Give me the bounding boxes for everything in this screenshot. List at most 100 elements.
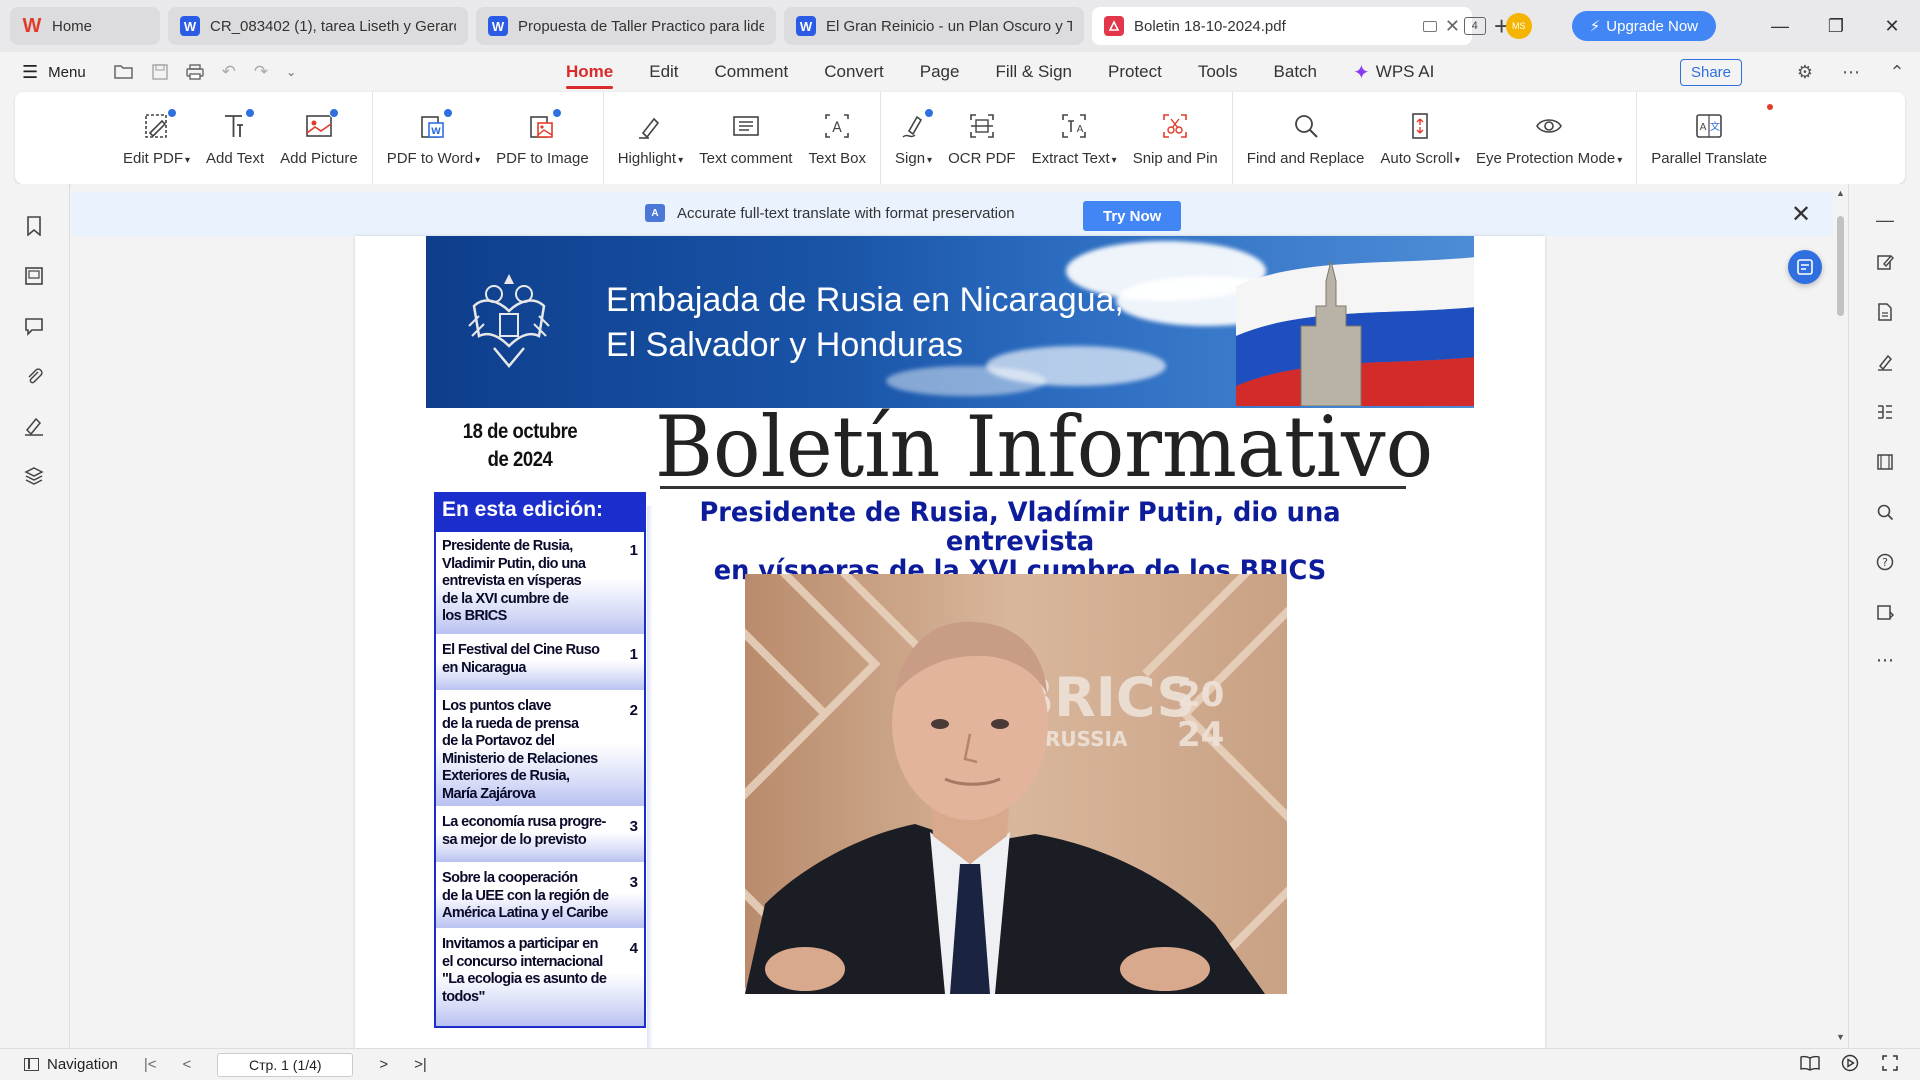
bookmark-icon[interactable] [22,214,46,238]
floating-translate-button[interactable] [1788,250,1822,284]
collapse-ribbon-icon[interactable]: ⌃ [1874,62,1920,83]
open-folder-icon[interactable] [113,64,134,80]
tab-comment[interactable]: Comment [715,52,789,92]
reading-mode-icon[interactable] [1790,1055,1830,1076]
close-window-button[interactable]: ✕ [1864,16,1920,37]
redo-icon[interactable]: ↷ [254,62,268,82]
eye-protection-label: Eye Protection Mode [1475,149,1616,167]
menu-button[interactable]: ☰ Menu [22,62,86,83]
toc-item[interactable]: Sobre la cooperación de la UEE con la re… [436,864,644,930]
tab-document[interactable]: W CR_083402 (1), tarea Liseth y Gerardo [168,7,468,45]
chevron-down-icon[interactable]: ⌄ [286,65,296,79]
minimize-panel-icon[interactable]: — [1873,208,1897,232]
next-page-icon[interactable]: > [379,1056,388,1073]
first-page-icon[interactable]: |< [144,1056,157,1073]
outline-panel-icon[interactable] [1873,400,1897,424]
settings-gear-icon[interactable]: ⚙ [1782,62,1828,83]
tab-wps-ai[interactable]: ✦ WPS AI [1353,52,1434,92]
previous-page-icon[interactable]: < [183,1056,192,1073]
last-page-icon[interactable]: >| [414,1056,427,1073]
restore-button[interactable]: ❐ [1808,16,1864,37]
tab-edit[interactable]: Edit [649,52,678,92]
tab-document[interactable]: W Propuesta de Taller Practico para lide… [476,7,776,45]
badge-dot [166,107,177,118]
tab-tools[interactable]: Tools [1198,52,1238,92]
text-comment-button[interactable]: Text comment [691,92,800,184]
document-panel-icon[interactable] [1873,300,1897,324]
sign-panel-icon[interactable] [1873,350,1897,374]
fullscreen-icon[interactable] [1870,1054,1910,1076]
parallel-translate-label: Parallel Translate [1651,149,1768,167]
toc-item[interactable]: Invitamos a participar en el concurso in… [436,930,644,1026]
try-now-button[interactable]: Try Now [1083,201,1182,231]
find-replace-button[interactable]: Find and Replace [1239,92,1373,184]
help-icon[interactable]: ? [1873,550,1897,574]
highlight-icon [634,110,666,142]
parallel-translate-button[interactable]: A文 Parallel Translate [1643,92,1775,184]
add-picture-button[interactable]: Add Picture [272,92,366,184]
edit-pdf-button[interactable]: Edit PDF ▾ [115,92,198,184]
tab-home-ribbon[interactable]: Home [566,52,614,92]
more-options-icon[interactable]: ⋯ [1828,62,1874,83]
tab-count-icon[interactable]: 4 [1463,17,1486,35]
close-banner-icon[interactable]: ✕ [1791,200,1811,229]
print-icon[interactable] [185,64,204,80]
scroll-down-icon[interactable]: ▼ [1836,1032,1845,1042]
toc-item[interactable]: La economía rusa progre- sa mejor de lo … [436,808,644,864]
document-viewer[interactable]: A Accurate full-text translate with form… [71,184,1848,1048]
scroll-up-icon[interactable]: ▲ [1836,188,1845,198]
add-text-button[interactable]: Add Text [198,92,272,184]
share-button[interactable]: Share [1679,58,1742,86]
close-tab-icon[interactable]: ✕ [1445,16,1460,37]
play-icon[interactable] [1830,1054,1870,1077]
tab-active-pdf[interactable]: Boletin 18-10-2024.pdf ✕ [1092,7,1472,45]
tab-fill-sign[interactable]: Fill & Sign [995,52,1072,92]
avatar[interactable]: MS [1505,13,1532,39]
translate-panel-icon[interactable] [1873,450,1897,474]
monitor-icon[interactable] [1422,20,1437,32]
signature-panel-icon[interactable] [22,414,46,438]
layers-icon[interactable] [22,464,46,488]
tab-batch[interactable]: Batch [1274,52,1317,92]
eye-protection-button[interactable]: Eye Protection Mode ▾ [1468,92,1630,184]
toc-item[interactable]: Los puntos clave de la rueda de prensa d… [436,692,644,808]
status-bar: Navigation |< < Стр. 1 (1/4) > >| [0,1048,1920,1080]
pdf-page[interactable]: Embajada de Rusia en Nicaragua, El Salva… [355,236,1545,1048]
navigation-toggle[interactable]: Navigation [24,1056,118,1073]
edit-panel-icon[interactable] [1873,250,1897,274]
text-box-icon: A [821,110,853,142]
tab-page[interactable]: Page [920,52,960,92]
highlight-button[interactable]: Highlight ▾ [610,92,691,184]
wps-ai-label: WPS AI [1375,62,1435,81]
page-indicator-input[interactable]: Стр. 1 (1/4) [217,1052,354,1077]
undo-icon[interactable]: ↶ [222,62,236,82]
vertical-scrollbar[interactable]: ▲ ▼ [1833,184,1848,1048]
pdf-to-image-button[interactable]: PDF to Image [488,92,597,184]
text-comment-label: Text comment [699,149,793,167]
search-icon[interactable] [1873,500,1897,524]
thumbnail-icon[interactable] [22,264,46,288]
tab-protect[interactable]: Protect [1108,52,1162,92]
table-of-contents: En esta edición: Presidente de Rusia, Vl… [434,492,646,1028]
toc-item[interactable]: Presidente de Rusia, Vladimir Putin, dio… [436,532,644,636]
upgrade-button[interactable]: ⚡ Upgrade Now [1571,11,1716,41]
attachment-icon[interactable] [22,364,46,388]
book-panel-icon[interactable] [1873,600,1897,624]
sign-button[interactable]: Sign ▾ [887,92,940,184]
text-box-button[interactable]: A Text Box [800,92,874,184]
comment-icon[interactable] [22,314,46,338]
tab-document[interactable]: W El Gran Reinicio - un Plan Oscuro y Te… [784,7,1084,45]
scrollbar-thumb[interactable] [1837,216,1844,316]
tab-home[interactable]: W Home [10,7,160,45]
tab-convert[interactable]: Convert [824,52,884,92]
snip-pin-button[interactable]: Snip and Pin [1125,92,1226,184]
more-panel-icon[interactable]: ⋯ [1873,648,1897,672]
toc-item[interactable]: El Festival del Cine Ruso en Nicaragua 1 [436,636,644,692]
save-icon[interactable] [151,64,168,80]
ocr-pdf-button[interactable]: OCR PDF [940,92,1024,184]
minimize-button[interactable]: — [1752,16,1808,37]
pdf-to-word-button[interactable]: W PDF to Word ▾ [379,92,488,184]
extract-text-button[interactable]: A Extract Text ▾ [1024,92,1125,184]
ai-star-icon: ✦ [1353,61,1370,84]
auto-scroll-button[interactable]: Auto Scroll ▾ [1372,92,1468,184]
